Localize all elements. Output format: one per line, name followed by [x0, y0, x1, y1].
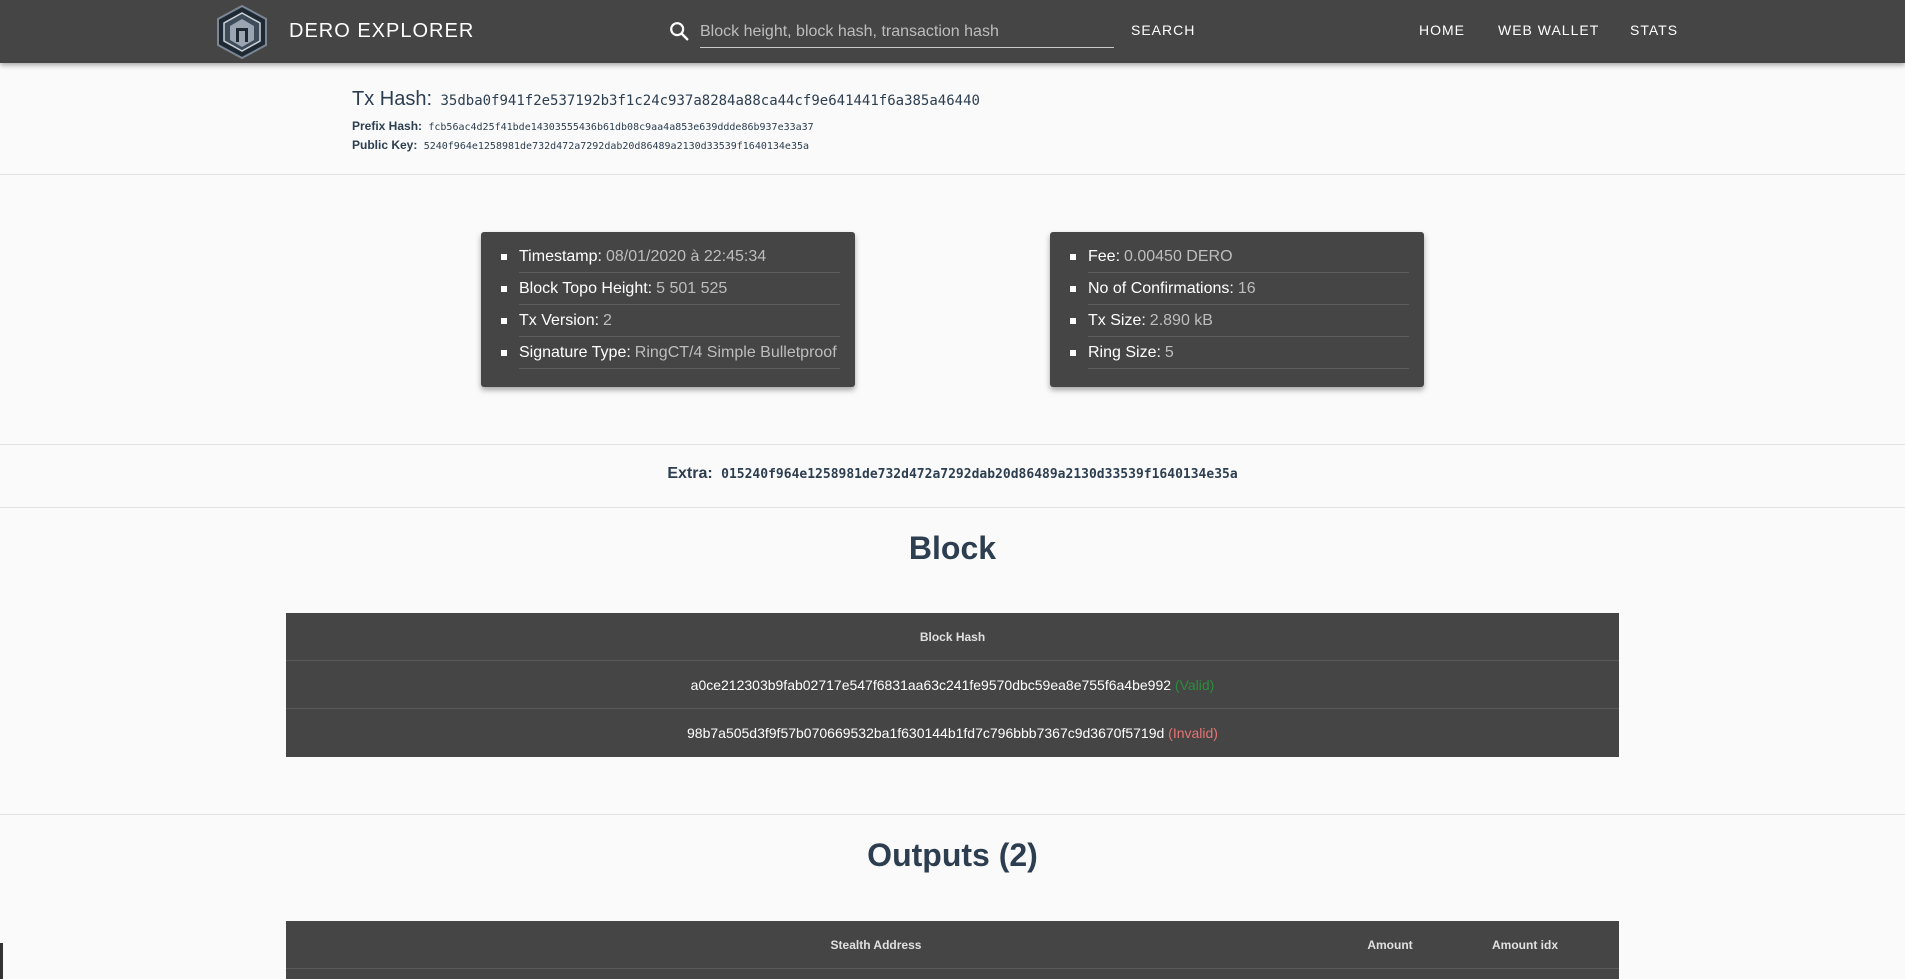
outputs-section-title: Outputs (2): [867, 837, 1038, 873]
tx-size-value: 2.890 kB: [1149, 312, 1213, 329]
signature-type-value: RingCT/4 Simple Bulletproof: [634, 344, 837, 361]
brand-title[interactable]: DERO EXPLORER: [289, 20, 474, 43]
block-section-title: Block: [908, 530, 997, 566]
ring-size-item: Ring Size: 5: [1070, 337, 1409, 369]
amount-header: Amount: [1367, 938, 1413, 952]
public-key-value: 5240f964e1258981de732d472a7292dab20d8648…: [423, 141, 810, 152]
timestamp-item: Timestamp: 08/01/2020 à 22:45:34: [501, 241, 840, 273]
search-input[interactable]: [700, 16, 1114, 48]
block-table-header: Block Hash: [286, 613, 1619, 661]
dero-logo-icon[interactable]: [215, 4, 269, 60]
timestamp-value: 08/01/2020 à 22:45:34: [605, 248, 767, 265]
block-topo-height-value: 5 501 525: [656, 280, 728, 297]
prefix-hash-value: fcb56ac4d25f41bde14303555436b61db08c9aa4…: [428, 122, 814, 133]
tx-header-area: [0, 63, 1905, 175]
block-status-invalid: (Invalid): [1168, 725, 1218, 741]
outputs-table: Stealth Address Amount Amount idx: [286, 921, 1619, 979]
fee-value: 0.00450 DERO: [1124, 248, 1233, 265]
block-topo-height-item: Block Topo Height: 5 501 525: [501, 273, 840, 305]
ring-size-value: 5: [1164, 344, 1174, 361]
tx-info-card-right: Fee: 0.00450 DERO No of Confirmations: 16 …: [1050, 232, 1424, 387]
confirmations-value: 16: [1237, 280, 1256, 297]
table-row: a0ce212303b9fab02717e547f6831aa63c241fe9…: [286, 661, 1619, 709]
tx-hash-value: 35dba0f941f2e537192b3f1c24c937a8284a88ca…: [440, 93, 980, 109]
fee-item: Fee: 0.00450 DERO: [1070, 241, 1409, 273]
tx-info-card-left: Timestamp: 08/01/2020 à 22:45:34 Block To…: [481, 232, 855, 387]
extra-value: 015240f964e1258981de732d472a7292dab20d86…: [721, 467, 1238, 482]
block-status-valid: (Valid): [1174, 677, 1215, 693]
top-navbar: DERO EXPLORER SEARCH HOME WEB WALLET STA…: [0, 0, 1905, 63]
tx-version-item: Tx Version: 2: [501, 305, 840, 337]
section-divider: [0, 814, 1905, 815]
public-key-row: Public Key: 5240f964e1258981de732d472a72…: [352, 138, 809, 152]
block-hash-link[interactable]: 98b7a505d3f9f57b070669532ba1f630144b1fd7…: [687, 725, 1164, 741]
fee-label: Fee:: [1088, 248, 1121, 265]
block-topo-height-label: Block Topo Height:: [519, 280, 653, 297]
nav-link-home[interactable]: HOME: [1419, 22, 1465, 38]
side-tab[interactable]: [0, 943, 3, 979]
nav-link-web-wallet[interactable]: WEB WALLET: [1498, 22, 1599, 38]
block-hash-link[interactable]: a0ce212303b9fab02717e547f6831aa63c241fe9…: [691, 677, 1171, 693]
amount-idx-header: Amount idx: [1492, 938, 1558, 952]
tx-hash-label: Tx Hash:: [352, 88, 433, 110]
tx-version-label: Tx Version:: [519, 312, 600, 329]
prefix-hash-row: Prefix Hash: fcb56ac4d25f41bde1430355543…: [352, 119, 814, 133]
confirmations-item: No of Confirmations: 16: [1070, 273, 1409, 305]
extra-row: Extra: 015240f964e1258981de732d472a7292d…: [0, 465, 1905, 483]
ring-size-label: Ring Size:: [1088, 344, 1161, 361]
tx-size-item: Tx Size: 2.890 kB: [1070, 305, 1409, 337]
timestamp-label: Timestamp:: [519, 248, 602, 265]
tx-version-value: 2: [603, 312, 612, 329]
signature-type-item: Signature Type: RingCT/4 Simple Bulletpro…: [501, 337, 840, 369]
nav-link-stats[interactable]: STATS: [1630, 22, 1678, 38]
prefix-hash-label: Prefix Hash:: [352, 119, 423, 133]
stealth-address-header: Stealth Address: [830, 938, 922, 952]
search-button[interactable]: SEARCH: [1131, 22, 1195, 38]
tx-hash-row: Tx Hash: 35dba0f941f2e537192b3f1c24c937a…: [352, 88, 980, 111]
confirmations-label: No of Confirmations:: [1088, 280, 1234, 297]
table-row: 98b7a505d3f9f57b070669532ba1f630144b1fd7…: [286, 709, 1619, 757]
block-table: Block Hash a0ce212303b9fab02717e547f6831…: [286, 613, 1619, 757]
outputs-table-header: Stealth Address Amount Amount idx: [286, 921, 1619, 969]
signature-type-label: Signature Type:: [519, 344, 631, 361]
public-key-label: Public Key:: [352, 138, 418, 152]
block-hash-header: Block Hash: [919, 630, 986, 644]
tx-size-label: Tx Size:: [1088, 312, 1146, 329]
search-icon: [670, 22, 689, 41]
extra-label: Extra:: [667, 465, 713, 482]
